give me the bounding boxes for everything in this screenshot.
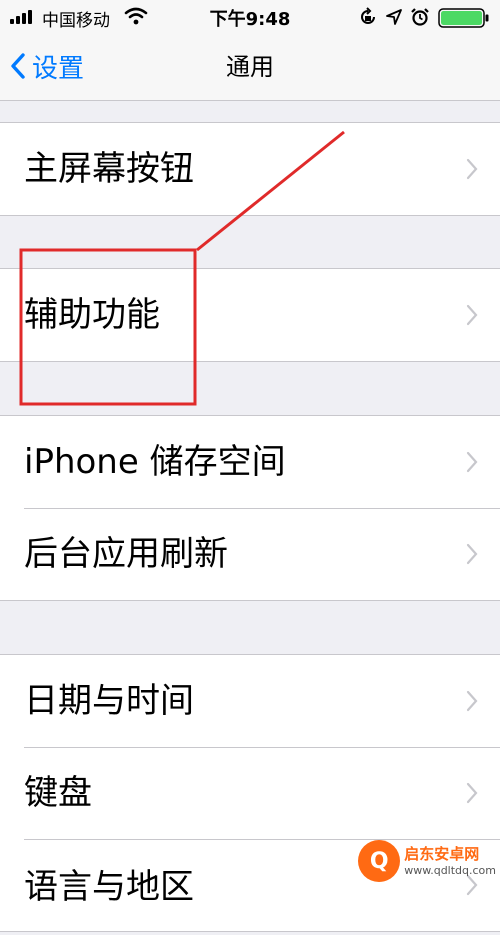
chevron-right-icon	[466, 782, 478, 804]
chevron-right-icon	[466, 690, 478, 712]
row-label: 语言与地区	[24, 867, 194, 907]
settings-row-iphone-storage[interactable]: iPhone 储存空间	[0, 416, 500, 508]
rotation-lock-icon	[361, 7, 375, 24]
chevron-right-icon	[466, 304, 478, 326]
settings-row-home-button[interactable]: 主屏幕按钮	[0, 123, 500, 215]
row-label: 主屏幕按钮	[24, 149, 194, 189]
watermark-logo: Q	[358, 840, 401, 882]
navigation-bar: 设置 通用	[0, 34, 500, 101]
row-label: 键盘	[24, 773, 92, 813]
alarm-icon	[411, 8, 429, 26]
settings-row-date-time[interactable]: 日期与时间	[0, 655, 500, 747]
chevron-right-icon	[466, 158, 478, 180]
settings-row-keyboard[interactable]: 键盘	[0, 747, 500, 839]
watermark: Q 启东安卓网 www.qdltdq.com	[358, 840, 496, 882]
row-label: 辅助功能	[24, 295, 160, 335]
chevron-right-icon	[466, 451, 478, 473]
page-title: 通用	[226, 53, 274, 81]
row-label: iPhone 储存空间	[24, 442, 286, 482]
settings-group-date-keyboard: 日期与时间 键盘 语言与地区	[0, 654, 500, 932]
battery-icon	[438, 8, 489, 28]
settings-row-accessibility[interactable]: 辅助功能	[0, 269, 500, 361]
watermark-name: 启东安卓网	[404, 845, 480, 863]
settings-row-background-app-refresh[interactable]: 后台应用刷新	[0, 508, 500, 600]
row-label: 后台应用刷新	[24, 534, 228, 574]
settings-group-home-button: 主屏幕按钮	[0, 122, 500, 216]
row-label: 日期与时间	[24, 681, 194, 721]
settings-group-storage: iPhone 储存空间 后台应用刷新	[0, 415, 500, 601]
status-bar: 中国移动 下午9:48	[0, 0, 500, 34]
chevron-right-icon	[466, 543, 478, 565]
settings-group-accessibility: 辅助功能	[0, 268, 500, 362]
location-icon	[386, 9, 402, 25]
watermark-url: www.qdltdq.com	[404, 864, 496, 877]
